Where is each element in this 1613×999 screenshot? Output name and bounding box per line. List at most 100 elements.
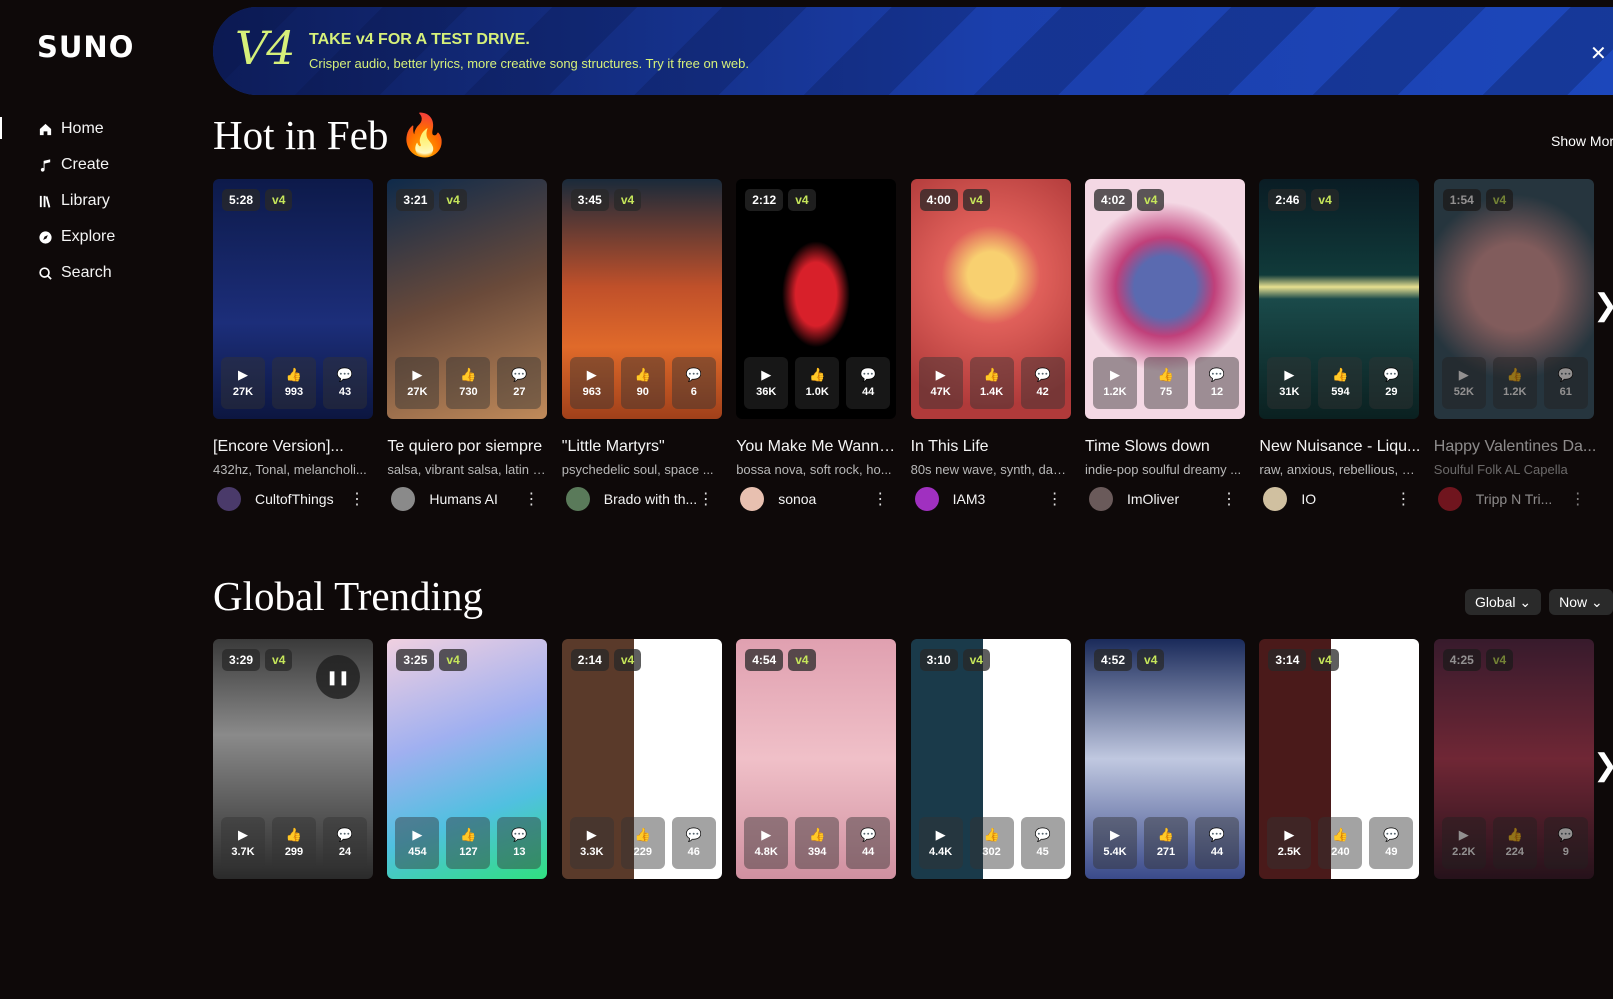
comment-button[interactable]: 💬 42 <box>1020 357 1065 409</box>
song-title[interactable]: Happy Valentines Da... <box>1434 438 1599 456</box>
comment-button[interactable]: 💬 43 <box>323 357 367 409</box>
song-card[interactable]: 4:00 v4 ▶ 47K 👍 1.4K 💬 42 In This Life 80s … <box>910 179 1071 512</box>
time-filter-dropdown[interactable]: Now ⌄ <box>1549 589 1613 615</box>
like-button[interactable]: 👍 299 <box>272 817 316 869</box>
play-button[interactable]: ▶ 2.2K <box>1441 817 1486 869</box>
sidebar-item-search[interactable]: Search <box>0 255 190 291</box>
comment-button[interactable]: 💬 27 <box>497 357 542 409</box>
song-cover[interactable]: 4:25 v4 ▶ 2.2K 👍 224 💬 9 <box>1433 639 1594 879</box>
more-options-icon[interactable]: ⋮ <box>698 489 714 509</box>
play-button[interactable]: ▶ 2.5K <box>1267 817 1312 869</box>
song-cover[interactable]: 4:54 v4 ▶ 4.8K 👍 394 💬 44 <box>736 639 897 879</box>
like-button[interactable]: 👍 75 <box>1144 357 1188 409</box>
comment-button[interactable]: 💬 46 <box>671 817 716 869</box>
creator-name[interactable]: Tripp N Tri... <box>1476 491 1570 507</box>
like-button[interactable]: 👍 240 <box>1318 817 1363 869</box>
song-cover[interactable]: 3:25 v4 ▶ 454 👍 127 💬 13 <box>387 639 548 879</box>
pause-icon[interactable]: ❚❚ <box>316 655 360 699</box>
song-card[interactable]: 3:10 v4 ▶ 4.4K 👍 302 💬 45 <box>910 639 1071 879</box>
like-button[interactable]: 👍 90 <box>620 357 665 409</box>
chevron-right-icon[interactable]: ❯ <box>1593 288 1613 323</box>
sidebar-item-create[interactable]: Create <box>0 147 190 183</box>
comment-button[interactable]: 💬 49 <box>1369 817 1414 869</box>
like-button[interactable]: 👍 127 <box>446 817 491 869</box>
like-button[interactable]: 👍 224 <box>1492 817 1537 869</box>
close-icon[interactable]: ✕ <box>1590 41 1607 66</box>
like-button[interactable]: 👍 730 <box>446 357 491 409</box>
comment-button[interactable]: 💬 6 <box>671 357 716 409</box>
song-cover[interactable]: 3:14 v4 ▶ 2.5K 👍 240 💬 49 <box>1259 639 1420 879</box>
song-card[interactable]: 4:02 v4 ▶ 1.2K 👍 75 💬 12 Time Slows down in… <box>1085 179 1245 512</box>
more-options-icon[interactable]: ⋮ <box>1570 489 1586 509</box>
song-title[interactable]: You Make Me Wanna... <box>736 438 901 456</box>
creator-name[interactable]: CultofThings <box>255 491 349 507</box>
comment-button[interactable]: 💬 45 <box>1020 817 1065 869</box>
play-button[interactable]: ▶ 52K <box>1441 357 1486 409</box>
suno-logo[interactable]: SUNO <box>37 30 134 64</box>
play-button[interactable]: ▶ 47K <box>918 357 963 409</box>
like-button[interactable]: 👍 993 <box>272 357 316 409</box>
creator-name[interactable]: Humans AI <box>429 491 523 507</box>
chevron-right-icon[interactable]: ❯ <box>1593 748 1613 783</box>
play-button[interactable]: ▶ 3.3K <box>569 817 614 869</box>
song-card[interactable]: 3:21 v4 ▶ 27K 👍 730 💬 27 Te quiero por siem… <box>387 179 548 512</box>
song-cover[interactable]: 2:12 v4 ▶ 36K 👍 1.0K 💬 44 <box>736 179 897 419</box>
show-more-link[interactable]: Show More <box>1551 133 1613 149</box>
like-button[interactable]: 👍 1.4K <box>969 357 1014 409</box>
avatar[interactable] <box>1263 487 1288 511</box>
sidebar-item-library[interactable]: Library <box>0 183 190 219</box>
play-button[interactable]: ▶ 963 <box>569 357 614 409</box>
sidebar-item-home[interactable]: Home <box>0 111 190 147</box>
play-button[interactable]: ▶ 27K <box>395 357 440 409</box>
play-button[interactable]: ▶ 1.2K <box>1093 357 1137 409</box>
like-button[interactable]: 👍 594 <box>1318 357 1363 409</box>
song-card[interactable]: 4:25 v4 ▶ 2.2K 👍 224 💬 9 <box>1433 639 1594 879</box>
song-cover[interactable]: 3:10 v4 ▶ 4.4K 👍 302 💬 45 <box>910 639 1071 879</box>
avatar[interactable] <box>391 487 416 511</box>
more-options-icon[interactable]: ⋮ <box>1047 489 1063 509</box>
song-title[interactable]: "Little Martyrs" <box>562 438 727 456</box>
play-button[interactable]: ▶ 31K <box>1267 357 1312 409</box>
like-button[interactable]: 👍 271 <box>1144 817 1188 869</box>
creator-name[interactable]: IAM3 <box>953 491 1047 507</box>
more-options-icon[interactable]: ⋮ <box>872 489 888 509</box>
song-cover[interactable]: 2:46 v4 ▶ 31K 👍 594 💬 29 <box>1259 179 1420 419</box>
play-button[interactable]: ▶ 4.4K <box>918 817 963 869</box>
song-card[interactable]: 2:46 v4 ▶ 31K 👍 594 💬 29 New Nuisance - Liq… <box>1259 179 1420 512</box>
creator-name[interactable]: Brado with th... <box>604 491 698 507</box>
creator-name[interactable]: ImOliver <box>1127 491 1221 507</box>
song-card[interactable]: 2:14 v4 ▶ 3.3K 👍 229 💬 46 <box>561 639 722 879</box>
like-button[interactable]: 👍 229 <box>620 817 665 869</box>
song-cover[interactable]: 3:21 v4 ▶ 27K 👍 730 💬 27 <box>387 179 548 419</box>
more-options-icon[interactable]: ⋮ <box>1221 489 1237 509</box>
song-cover[interactable]: 1:54 v4 ▶ 52K 👍 1.2K 💬 61 <box>1433 179 1594 419</box>
avatar[interactable] <box>217 487 241 511</box>
song-card[interactable]: 4:54 v4 ▶ 4.8K 👍 394 💬 44 <box>736 639 897 879</box>
song-card[interactable]: 5:28 v4 ▶ 27K 👍 993 💬 43 [Encore Version]..… <box>213 179 373 512</box>
comment-button[interactable]: 💬 61 <box>1543 357 1588 409</box>
song-title[interactable]: In This Life <box>911 438 1076 456</box>
song-cover[interactable]: 4:02 v4 ▶ 1.2K 👍 75 💬 12 <box>1085 179 1245 419</box>
like-button[interactable]: 👍 394 <box>795 817 840 869</box>
sidebar-item-explore[interactable]: Explore <box>0 219 190 255</box>
song-cover[interactable]: 5:28 v4 ▶ 27K 👍 993 💬 43 <box>213 179 373 419</box>
like-button[interactable]: 👍 1.0K <box>795 357 840 409</box>
song-title[interactable]: New Nuisance - Liqu... <box>1259 438 1424 456</box>
play-button[interactable]: ▶ 36K <box>744 357 789 409</box>
song-cover[interactable]: 4:52 v4 ▶ 5.4K 👍 271 💬 44 <box>1085 639 1245 879</box>
comment-button[interactable]: 💬 9 <box>1543 817 1588 869</box>
comment-button[interactable]: 💬 44 <box>846 357 891 409</box>
like-button[interactable]: 👍 302 <box>969 817 1014 869</box>
play-button[interactable]: ▶ 3.7K <box>221 817 265 869</box>
play-button[interactable]: ▶ 454 <box>395 817 440 869</box>
song-card[interactable]: 3:25 v4 ▶ 454 👍 127 💬 13 <box>387 639 548 879</box>
comment-button[interactable]: 💬 12 <box>1195 357 1239 409</box>
song-card[interactable]: 4:52 v4 ▶ 5.4K 👍 271 💬 44 <box>1085 639 1245 879</box>
play-button[interactable]: ▶ 5.4K <box>1093 817 1137 869</box>
song-cover[interactable]: 4:00 v4 ▶ 47K 👍 1.4K 💬 42 <box>910 179 1071 419</box>
more-options-icon[interactable]: ⋮ <box>1395 489 1411 509</box>
song-title[interactable]: Te quiero por siempre <box>387 438 552 456</box>
song-cover[interactable]: 3:29 v4 ❚❚ ▶ 3.7K 👍 299 💬 24 <box>213 639 373 879</box>
region-filter-dropdown[interactable]: Global ⌄ <box>1465 589 1542 615</box>
song-card[interactable]: 1:54 v4 ▶ 52K 👍 1.2K 💬 61 Happy Valentines … <box>1433 179 1596 512</box>
